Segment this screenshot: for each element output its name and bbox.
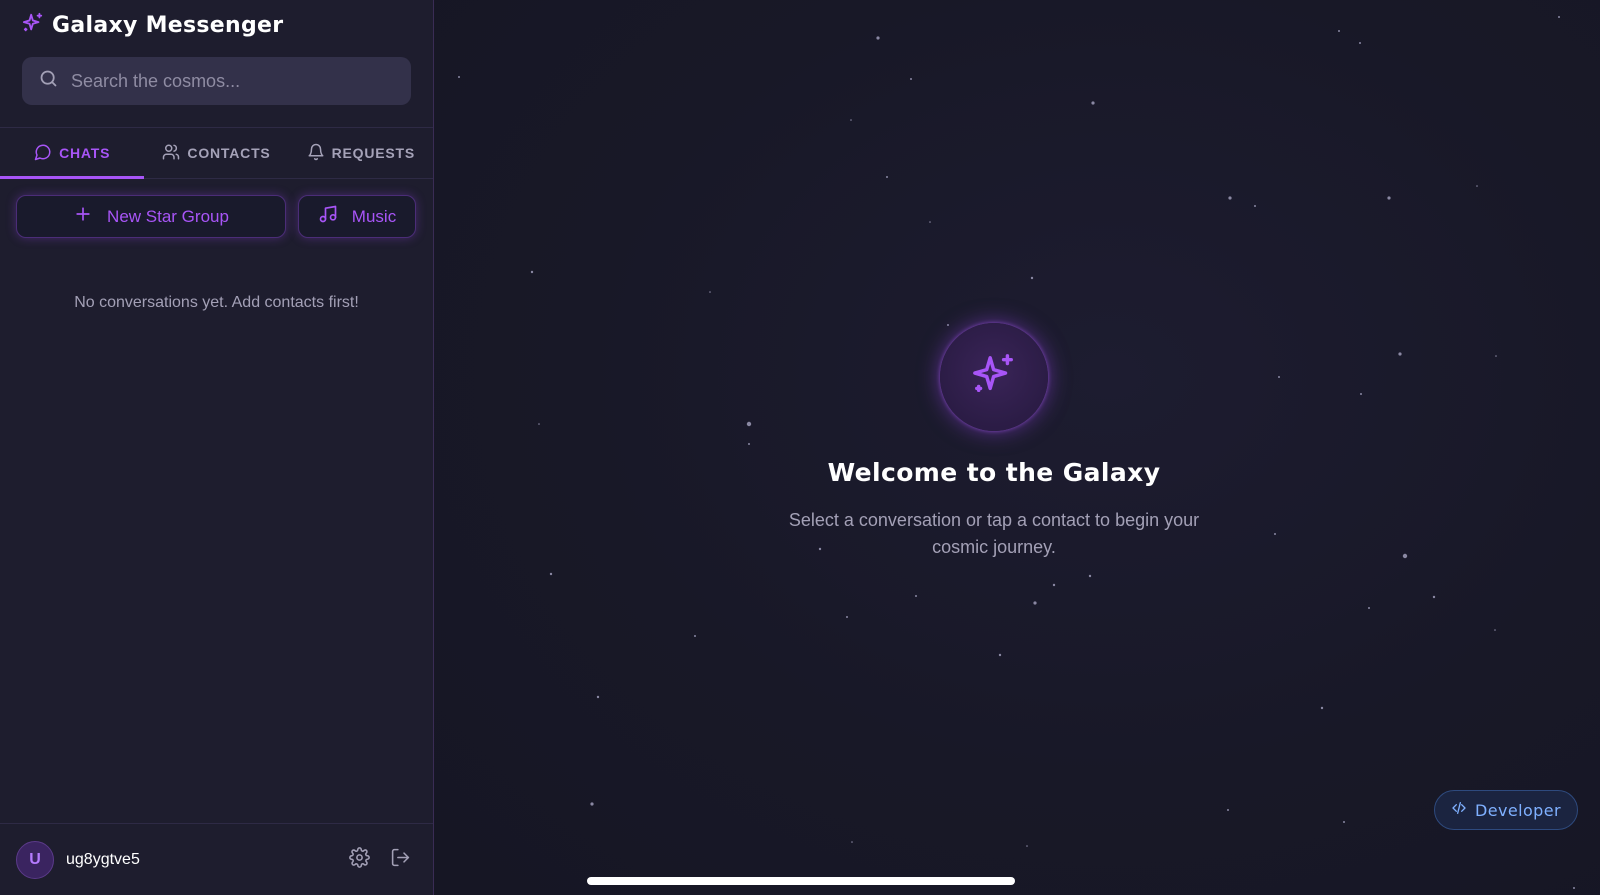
logout-icon[interactable] (390, 847, 411, 873)
user-bar: U ug8ygtve5 (0, 823, 433, 895)
tab-chats[interactable]: CHATS (0, 128, 145, 179)
welcome-title: Welcome to the Galaxy (827, 458, 1161, 487)
welcome-orb (940, 323, 1048, 431)
developer-label: Developer (1475, 800, 1561, 820)
search-icon (38, 68, 59, 94)
user-actions (349, 846, 411, 873)
main-panel: Welcome to the Galaxy Select a conversat… (434, 0, 1600, 895)
tab-contacts[interactable]: CONTACTS (144, 128, 288, 178)
tab-chats-label: CHATS (59, 145, 111, 161)
sidebar: Galaxy Messenger CHATS (0, 0, 434, 895)
app-title: Galaxy Messenger (52, 12, 284, 38)
users-icon (162, 143, 180, 164)
search-box[interactable] (22, 57, 411, 105)
sparkles-icon (22, 12, 44, 39)
brand-header: Galaxy Messenger (0, 0, 433, 50)
tab-contacts-label: CONTACTS (187, 145, 271, 161)
app-window: Galaxy Messenger CHATS (0, 0, 1600, 895)
developer-button[interactable]: Developer (1434, 790, 1578, 830)
new-star-group-button[interactable]: New Star Group (16, 195, 286, 238)
search-input[interactable] (71, 70, 391, 92)
tab-requests[interactable]: REQUESTS (289, 128, 433, 178)
plus-icon (73, 204, 93, 229)
music-label: Music (351, 206, 397, 226)
bell-icon (307, 143, 325, 164)
music-button[interactable]: Music (298, 195, 416, 238)
chat-bubble-icon (34, 143, 52, 164)
sparkles-icon (971, 352, 1017, 403)
empty-chats-message: No conversations yet. Add contacts first… (74, 294, 359, 311)
home-indicator[interactable] (587, 877, 1015, 885)
action-row: New Star Group Music (0, 179, 433, 238)
code-icon (1451, 800, 1467, 820)
avatar[interactable]: U (16, 840, 54, 879)
username: ug8ygtve5 (66, 850, 140, 868)
tab-requests-label: REQUESTS (331, 145, 416, 161)
new-star-group-label: New Star Group (107, 206, 229, 226)
tab-bar: CHATS CONTACTS REQUESTS (0, 127, 433, 179)
welcome-panel: Welcome to the Galaxy Select a conversat… (764, 323, 1224, 561)
music-note-icon (318, 204, 338, 229)
welcome-subtitle: Select a conversation or tap a contact t… (788, 510, 1200, 557)
gear-icon[interactable] (349, 846, 370, 873)
